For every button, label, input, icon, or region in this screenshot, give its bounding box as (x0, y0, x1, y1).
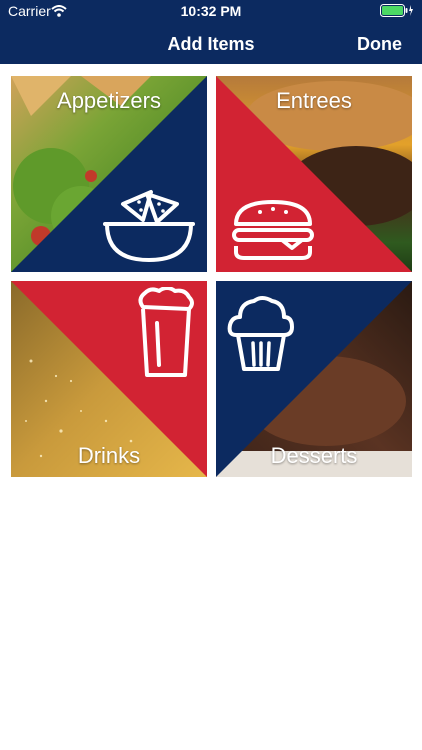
battery-icon (380, 4, 414, 20)
chips-bowl-icon (103, 190, 195, 262)
category-label-appetizers: Appetizers (57, 88, 161, 113)
category-label-desserts: Desserts (270, 443, 358, 468)
nav-bar: Carrier 10:32 PM Add Items Done (0, 0, 422, 64)
burger-icon (232, 200, 314, 260)
category-tile-drinks[interactable]: Drinks (11, 281, 207, 477)
cupcake-icon (227, 296, 294, 371)
category-tile-appetizers[interactable]: Appetizers (11, 76, 207, 272)
category-label-entrees: Entrees (276, 88, 352, 113)
category-tile-desserts[interactable]: Desserts (216, 281, 412, 477)
beer-mug-icon (138, 287, 194, 377)
category-tile-entrees[interactable]: Entrees (216, 76, 412, 272)
done-button[interactable]: Done (357, 34, 402, 55)
status-bar: Carrier 10:32 PM (0, 0, 422, 22)
category-label-drinks: Drinks (77, 443, 141, 468)
clock: 10:32 PM (180, 3, 242, 19)
